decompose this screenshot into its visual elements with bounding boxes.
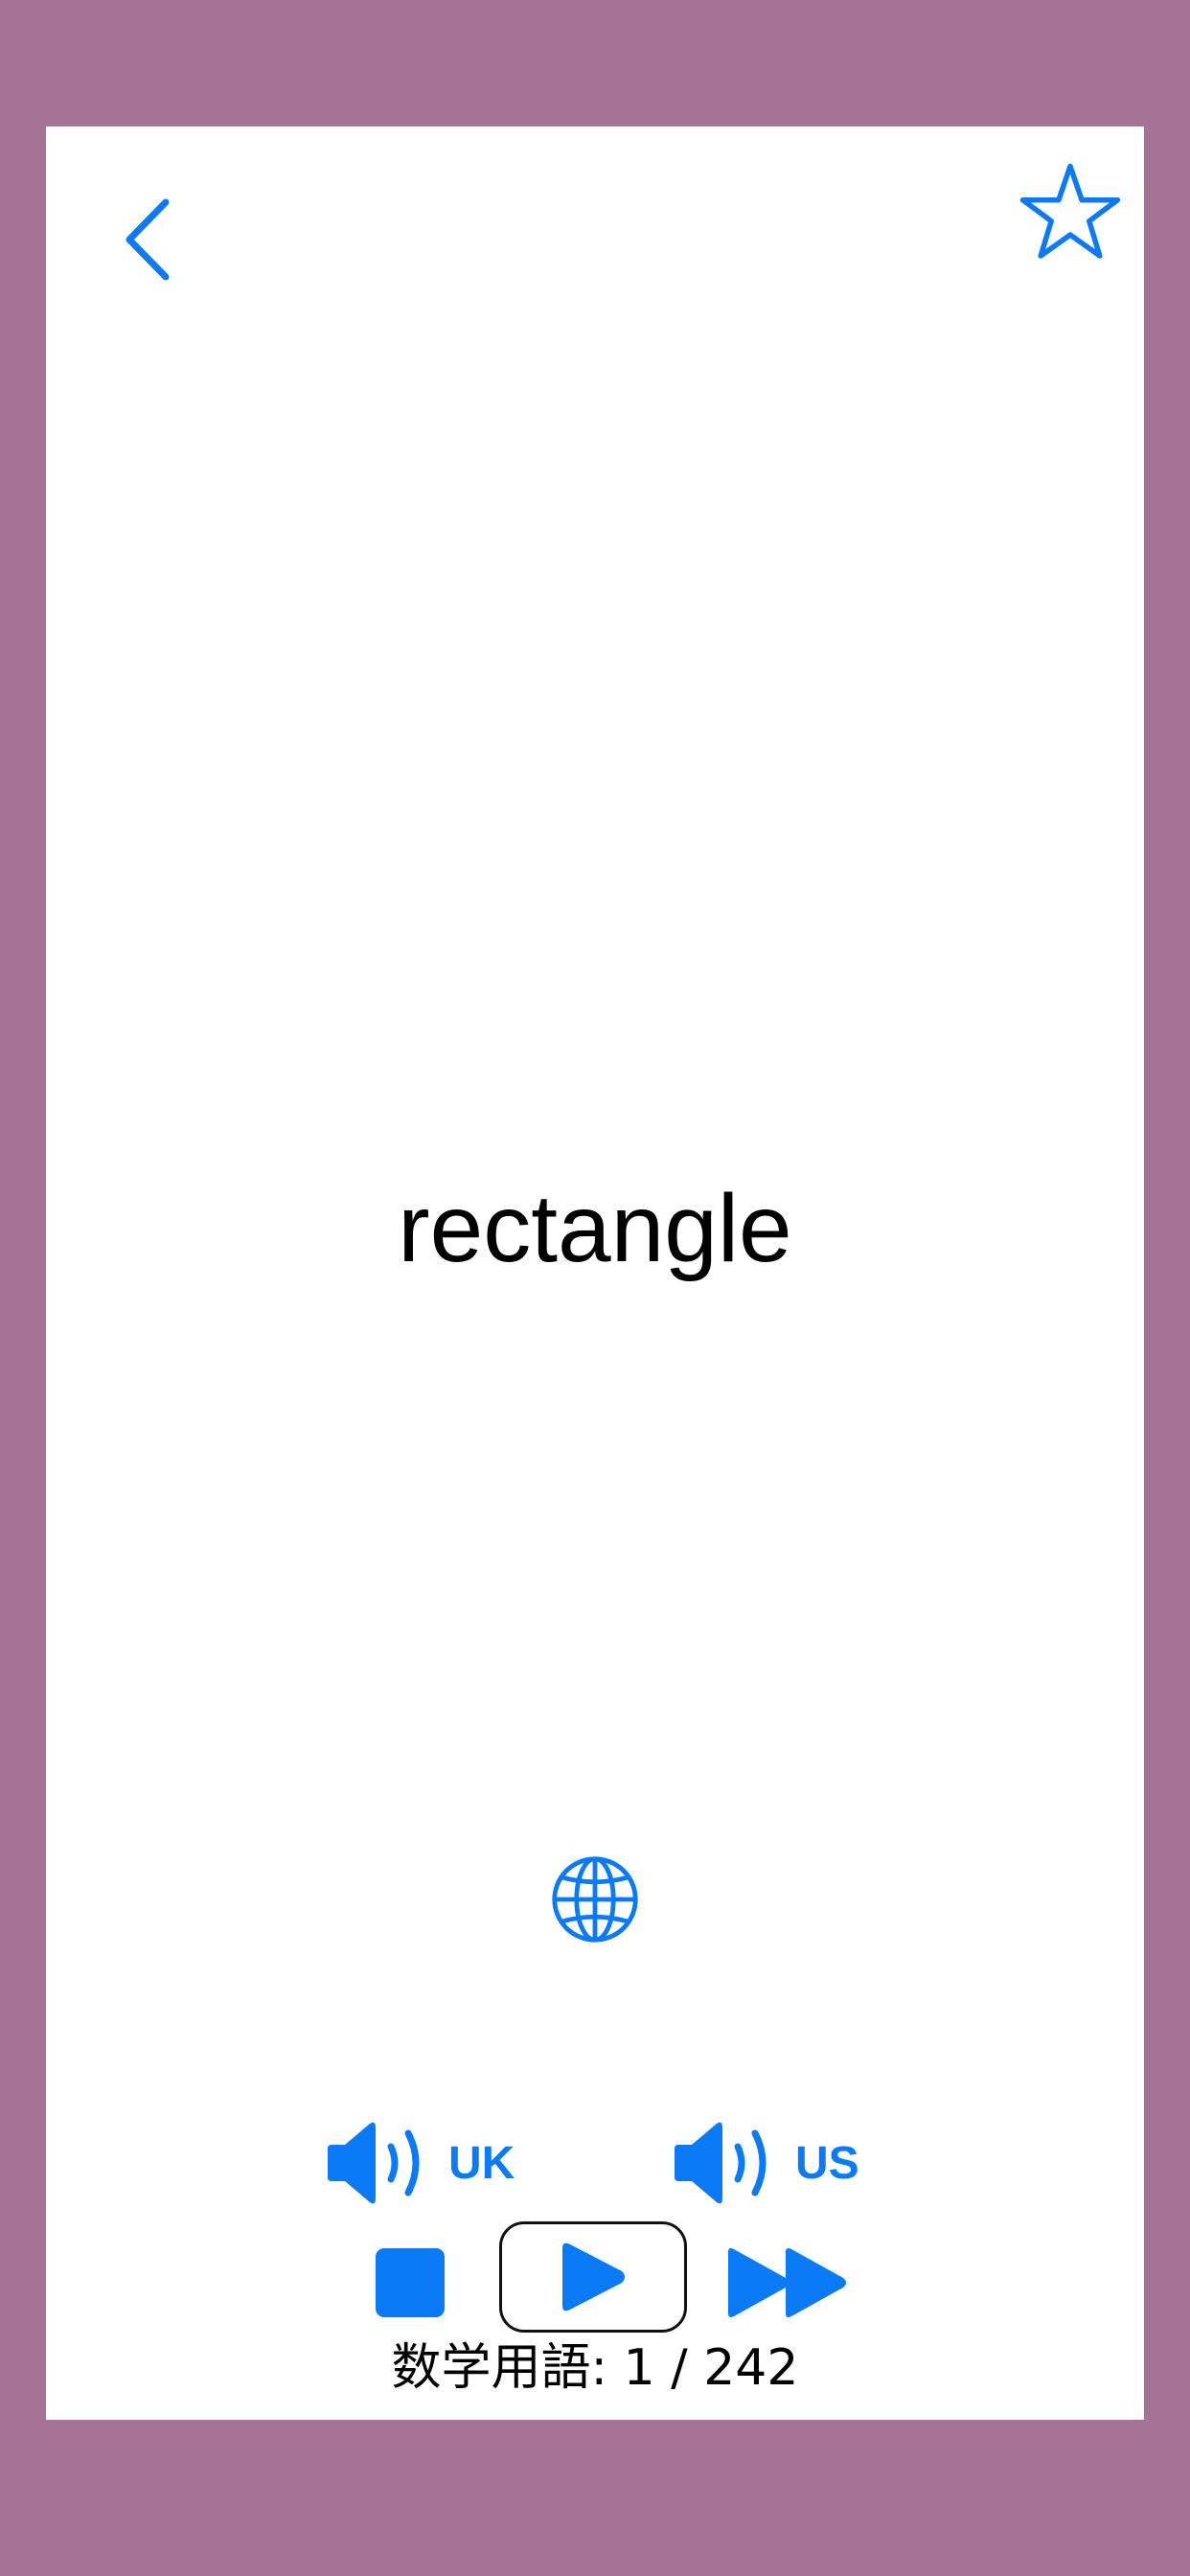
- star-outline-icon: [1019, 163, 1121, 259]
- card-position: 1 / 242: [623, 2339, 799, 2397]
- speaker-icon: [675, 2122, 767, 2204]
- progress-indicator: 数学用語: 1 / 242: [46, 2338, 1144, 2398]
- favorite-button[interactable]: [1008, 151, 1133, 276]
- speak-us-label: US: [795, 2137, 859, 2189]
- play-button[interactable]: [499, 2221, 687, 2333]
- speak-uk-button[interactable]: UK: [324, 2110, 515, 2216]
- flashcard-word: rectangle: [398, 1175, 792, 1282]
- play-icon: [562, 2242, 625, 2312]
- speak-us-button[interactable]: US: [671, 2110, 859, 2216]
- stop-button[interactable]: [362, 2235, 458, 2331]
- translate-button[interactable]: [547, 1852, 643, 1947]
- flashcard: rectangle UK US 数学用語: 1 / 242: [46, 126, 1144, 2420]
- fast-forward-button[interactable]: [721, 2235, 856, 2331]
- category-label: 数学用語:: [391, 2339, 608, 2397]
- speak-uk-label: UK: [448, 2137, 515, 2189]
- globe-icon: [552, 1856, 638, 1943]
- stop-icon: [376, 2248, 445, 2317]
- speaker-icon: [328, 2122, 420, 2204]
- back-button[interactable]: [96, 182, 201, 297]
- fast-forward-icon: [728, 2248, 846, 2317]
- chevron-left-icon: [126, 198, 170, 281]
